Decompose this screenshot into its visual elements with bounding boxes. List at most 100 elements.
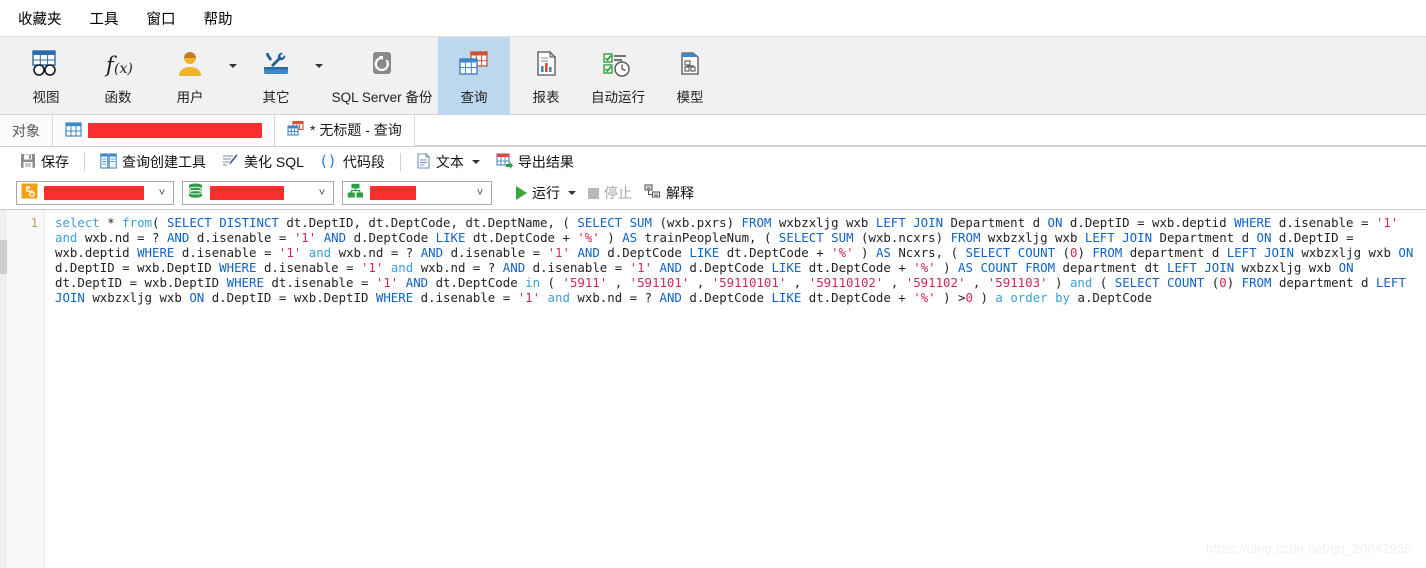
sql-code-text[interactable]: select * from( SELECT DISTINCT dt.DeptID… xyxy=(45,210,1426,568)
tab-untitled-query-label: * 无标题 - 查询 xyxy=(310,122,402,138)
ribbon-label-function: 函数 xyxy=(104,90,132,105)
ribbon-label-report: 报表 xyxy=(532,90,560,105)
beautify-sql-icon xyxy=(222,153,239,172)
stop-label: 停止 xyxy=(604,185,632,201)
export-result-icon xyxy=(496,152,513,172)
ribbon-button-automation[interactable]: 自动运行 xyxy=(582,37,654,116)
function-fx-icon: f (x) xyxy=(100,44,136,84)
stop-button[interactable]: 停止 xyxy=(582,181,638,205)
ribbon-button-model[interactable]: 模型 xyxy=(654,37,726,116)
watermark-text: https://blog.csdn.net/qq_20042935 xyxy=(1205,541,1412,556)
toolbar-separator-2 xyxy=(399,153,401,171)
query-builder-button[interactable]: 查询创建工具 xyxy=(92,151,214,174)
menu-window[interactable]: 窗口 xyxy=(133,5,190,32)
editor-gutter: 1 xyxy=(7,210,45,568)
save-label: 保存 xyxy=(41,154,69,170)
database-value-redacted xyxy=(210,186,284,200)
schema-select[interactable]: ˅ xyxy=(342,181,492,205)
code-snippet-icon: ( ) xyxy=(320,152,338,172)
query-builder-label: 查询创建工具 xyxy=(122,154,206,170)
export-result-button[interactable]: 导出结果 xyxy=(488,151,582,174)
text-view-label: 文本 xyxy=(435,154,464,170)
ribbon-caret-other[interactable] xyxy=(312,37,326,116)
save-icon xyxy=(20,153,36,172)
tab-objects-label: 对象 xyxy=(12,122,40,139)
query-tab-icon xyxy=(287,120,304,139)
explain-label: 解释 xyxy=(666,185,694,201)
tab-strip: 对象 * 无标题 - 查询 xyxy=(0,115,1426,147)
stop-square-icon xyxy=(588,187,599,199)
ribbon-button-query[interactable]: 查询 xyxy=(438,37,510,116)
ribbon-button-view[interactable]: 视图 xyxy=(10,37,82,116)
ribbon-label-sqlserver-backup: SQL Server 备份 xyxy=(331,90,433,105)
tab-untitled-query[interactable]: * 无标题 - 查询 xyxy=(275,115,415,146)
ribbon-button-report[interactable]: 报表 xyxy=(510,37,582,116)
svg-text:(: ( xyxy=(321,153,327,169)
chevron-down-icon xyxy=(229,63,237,68)
sql-editor: 1 select * from( SELECT DISTINCT dt.Dept… xyxy=(0,209,1426,568)
tools-other-icon xyxy=(259,44,293,84)
tab-connection[interactable] xyxy=(53,115,275,146)
connection-selector-row: ˅ ˅ ˅ 运行 停止 解释 xyxy=(0,177,1426,209)
menu-bar: 收藏夹 工具 窗口 帮助 xyxy=(0,0,1426,36)
view-table-icon xyxy=(28,44,64,84)
menu-tools[interactable]: 工具 xyxy=(76,5,133,32)
text-icon xyxy=(416,152,431,172)
run-label: 运行 xyxy=(532,185,560,201)
explain-plan-icon xyxy=(644,183,661,203)
user-icon xyxy=(173,44,207,84)
ribbon-label-model: 模型 xyxy=(676,90,704,105)
menu-favorites[interactable]: 收藏夹 xyxy=(4,5,76,32)
ribbon-button-function[interactable]: f (x) 函数 xyxy=(82,37,154,116)
connection-plug-icon xyxy=(21,183,38,204)
run-controls: 运行 停止 解释 xyxy=(510,181,700,205)
ribbon-label-view: 视图 xyxy=(32,90,60,105)
beautify-sql-label: 美化 SQL xyxy=(244,154,304,170)
explain-button[interactable]: 解释 xyxy=(638,181,700,205)
schema-select-value xyxy=(370,186,467,200)
connection-value-redacted xyxy=(44,186,144,200)
chevron-down-icon[interactable]: ˅ xyxy=(155,187,169,199)
model-diagram-icon xyxy=(673,44,707,84)
schema-value-redacted xyxy=(370,186,416,200)
query-action-toolbar: 保存 查询创建工具 美化 SQL () 代码段 文本 导出结果 xyxy=(0,147,1426,177)
chevron-down-icon[interactable] xyxy=(471,160,480,164)
database-icon xyxy=(187,183,204,204)
text-view-button[interactable]: 文本 xyxy=(408,151,488,174)
connection-select-value xyxy=(44,186,149,200)
tab-strip-filler xyxy=(414,115,1426,146)
tab-objects[interactable]: 对象 xyxy=(0,115,53,146)
chevron-down-icon xyxy=(315,63,323,68)
chevron-down-icon[interactable]: ˅ xyxy=(473,187,487,199)
ribbon-label-user: 用户 xyxy=(176,90,204,105)
chevron-down-icon[interactable]: ˅ xyxy=(315,187,329,199)
code-snippet-label: 代码段 xyxy=(342,154,385,170)
line-number: 1 xyxy=(30,215,38,230)
beautify-sql-button[interactable]: 美化 SQL xyxy=(214,151,312,174)
application-window: 收藏夹 工具 窗口 帮助 视图 f (x) 函数 用户 其它 SQL Serve… xyxy=(0,0,1426,568)
ribbon-button-other[interactable]: 其它 xyxy=(240,37,312,116)
scrollbar-thumb[interactable] xyxy=(0,240,7,274)
run-button[interactable]: 运行 xyxy=(510,181,582,205)
ribbon-button-sqlserver-backup[interactable]: SQL Server 备份 xyxy=(326,37,438,116)
export-result-label: 导出结果 xyxy=(517,154,574,170)
ribbon-caret-user[interactable] xyxy=(226,37,240,116)
connection-select[interactable]: ˅ xyxy=(16,181,174,205)
connection-table-icon xyxy=(65,121,82,140)
database-select[interactable]: ˅ xyxy=(182,181,334,205)
play-triangle-icon xyxy=(516,186,527,200)
ribbon-label-other: 其它 xyxy=(262,90,290,105)
svg-text:): ) xyxy=(329,153,335,169)
save-button[interactable]: 保存 xyxy=(12,151,77,174)
editor-left-scrollbar[interactable] xyxy=(0,210,7,568)
schema-icon xyxy=(347,183,364,204)
ribbon-label-query: 查询 xyxy=(460,90,488,105)
toolbar-separator-1 xyxy=(84,153,85,171)
backup-restore-icon xyxy=(365,44,399,84)
report-icon xyxy=(529,44,563,84)
ribbon-button-user[interactable]: 用户 xyxy=(154,37,226,116)
ribbon-toolbar: 视图 f (x) 函数 用户 其它 SQL Server 备份 查询 报表 自动… xyxy=(0,36,1426,116)
chevron-down-icon[interactable] xyxy=(568,191,576,195)
code-snippet-button[interactable]: ( ) 代码段 xyxy=(312,151,393,174)
menu-help[interactable]: 帮助 xyxy=(190,5,247,32)
